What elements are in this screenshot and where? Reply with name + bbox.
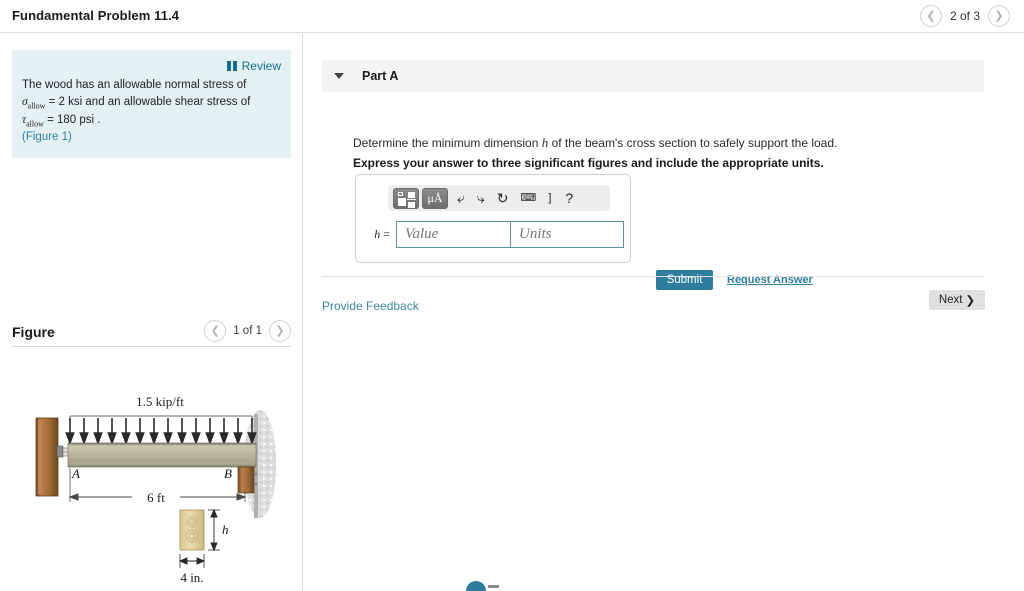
units-label: μÅ — [427, 190, 443, 205]
redo-arrow-icon[interactable]: ⤷ — [477, 191, 485, 205]
prompt-pre: Determine the minimum dimension — [353, 136, 542, 150]
problem-pager: ❮ 2 of 3 ❯ — [919, 5, 1010, 27]
page-title: Fundamental Problem 11.4 — [12, 8, 180, 23]
part-a-header[interactable]: Part A — [322, 60, 984, 92]
review-label: Review — [241, 59, 281, 73]
answer-row: h = — [364, 221, 624, 248]
figure-panel-title: Figure — [12, 324, 55, 340]
prev-problem-button[interactable]: ❮ — [919, 5, 942, 27]
template-fraction-bar — [407, 198, 416, 200]
units-mu-angstrom-icon[interactable]: μÅ — [422, 187, 448, 209]
next-button[interactable]: Next ❯ — [929, 290, 985, 310]
figure-header: Figure ❮ 1 of 1 ❯ — [12, 320, 291, 342]
keyboard-icon[interactable]: ⌨ — [520, 192, 536, 204]
next-button-label: Next — [938, 294, 963, 306]
answer-variable-label: h = — [374, 227, 390, 241]
submit-button[interactable]: Submit — [656, 270, 713, 290]
review-row: Review — [22, 58, 281, 73]
math-template-icon[interactable] — [393, 187, 419, 209]
span-label: 6 ft — [147, 490, 165, 505]
sigma-symbol: σallow — [22, 95, 46, 110]
footer-divider — [322, 276, 984, 277]
part-a-prompt: Determine the minimum dimension h of the… — [353, 135, 837, 151]
beam-body — [67, 442, 257, 468]
template-lower-square — [408, 201, 415, 208]
caret-down-icon[interactable] — [334, 73, 344, 79]
support-b-label: B — [224, 466, 232, 481]
badge-circle-icon — [466, 581, 486, 591]
value-input[interactable] — [396, 221, 510, 248]
height-label: h — [222, 522, 229, 537]
keyboard-bracket: ] — [548, 191, 552, 204]
load-label: 1.5 kip/ft — [136, 394, 184, 409]
next-problem-button[interactable]: ❯ — [988, 5, 1010, 27]
figure-pager: ❮ 1 of 1 ❯ — [204, 320, 291, 342]
problem-pager-label: 2 of 3 — [949, 9, 980, 23]
chevron-left-icon: ❮ — [210, 324, 220, 337]
tau-subscript: allow — [26, 118, 44, 128]
math-toolbar: μÅ ⤶ ⤷ ↻ ⌨ ] ? — [388, 185, 610, 211]
template-outline-square — [398, 191, 403, 196]
problem-line-1: The wood has an allowable normal stress … — [22, 79, 247, 91]
units-input[interactable] — [510, 221, 624, 248]
part-a-instruction: Express your answer to three significant… — [353, 156, 824, 170]
page-root: Fundamental Problem 11.4 ❮ 2 of 3 ❯ Revi… — [0, 0, 1024, 591]
width-label: 4 in. — [180, 570, 203, 585]
problem-text: The wood has an allowable normal stress … — [22, 77, 281, 146]
undo-arrow-icon[interactable]: ⤶ — [457, 191, 465, 205]
height-dimension — [208, 508, 220, 552]
help-question-icon[interactable]: ? — [565, 191, 573, 205]
chevron-left-icon: ❮ — [926, 9, 936, 22]
provide-feedback-link[interactable]: Provide Feedback — [322, 299, 419, 313]
support-a-label: A — [71, 466, 80, 481]
chevron-right-icon: ❯ — [965, 295, 976, 307]
problem-statement-box: Review The wood has an allowable normal … — [12, 50, 291, 159]
reset-circular-arrow-icon[interactable]: ↻ — [497, 191, 509, 205]
book-icon — [226, 61, 238, 71]
prompt-post: of the beam's cross section to safely su… — [548, 136, 838, 150]
chevron-right-icon: ❯ — [994, 9, 1004, 22]
figure-1-link[interactable]: (Figure 1) — [22, 131, 72, 143]
left-wall-support — [35, 417, 59, 497]
review-link[interactable]: Review — [226, 59, 281, 73]
figure-pager-label: 1 of 1 — [233, 325, 262, 337]
part-a-label: Part A — [362, 69, 399, 83]
answer-widget: μÅ ⤶ ⤷ ↻ ⌨ ] ? h = — [355, 174, 631, 263]
badge-bar — [488, 585, 499, 588]
tau-symbol: τallow — [22, 113, 44, 128]
problem-line-2: = 2 ksi and an allowable shear stress of — [45, 95, 251, 108]
chevron-right-icon: ❯ — [275, 324, 285, 337]
width-dimension — [178, 554, 206, 568]
sigma-subscript: allow — [27, 100, 46, 110]
figure-diagram[interactable]: 1.5 kip/ft A B 6 ft h 4 in. — [10, 386, 300, 591]
page-header: Fundamental Problem 11.4 ❮ 2 of 3 ❯ — [0, 0, 1024, 33]
left-panel: Review The wood has an allowable normal … — [0, 34, 303, 591]
distributed-load-arrows — [65, 415, 257, 446]
figure-divider — [12, 346, 291, 347]
prev-figure-button[interactable]: ❮ — [204, 320, 227, 342]
problem-line-3: = 180 psi . — [43, 113, 101, 126]
next-figure-button[interactable]: ❯ — [269, 320, 291, 342]
right-panel: Part A Determine the minimum dimension h… — [304, 34, 1024, 591]
beam-diagram-svg: 1.5 kip/ft A B 6 ft h 4 in. — [35, 394, 276, 585]
bottom-partial-badge[interactable] — [466, 581, 500, 591]
cross-section — [179, 509, 205, 551]
